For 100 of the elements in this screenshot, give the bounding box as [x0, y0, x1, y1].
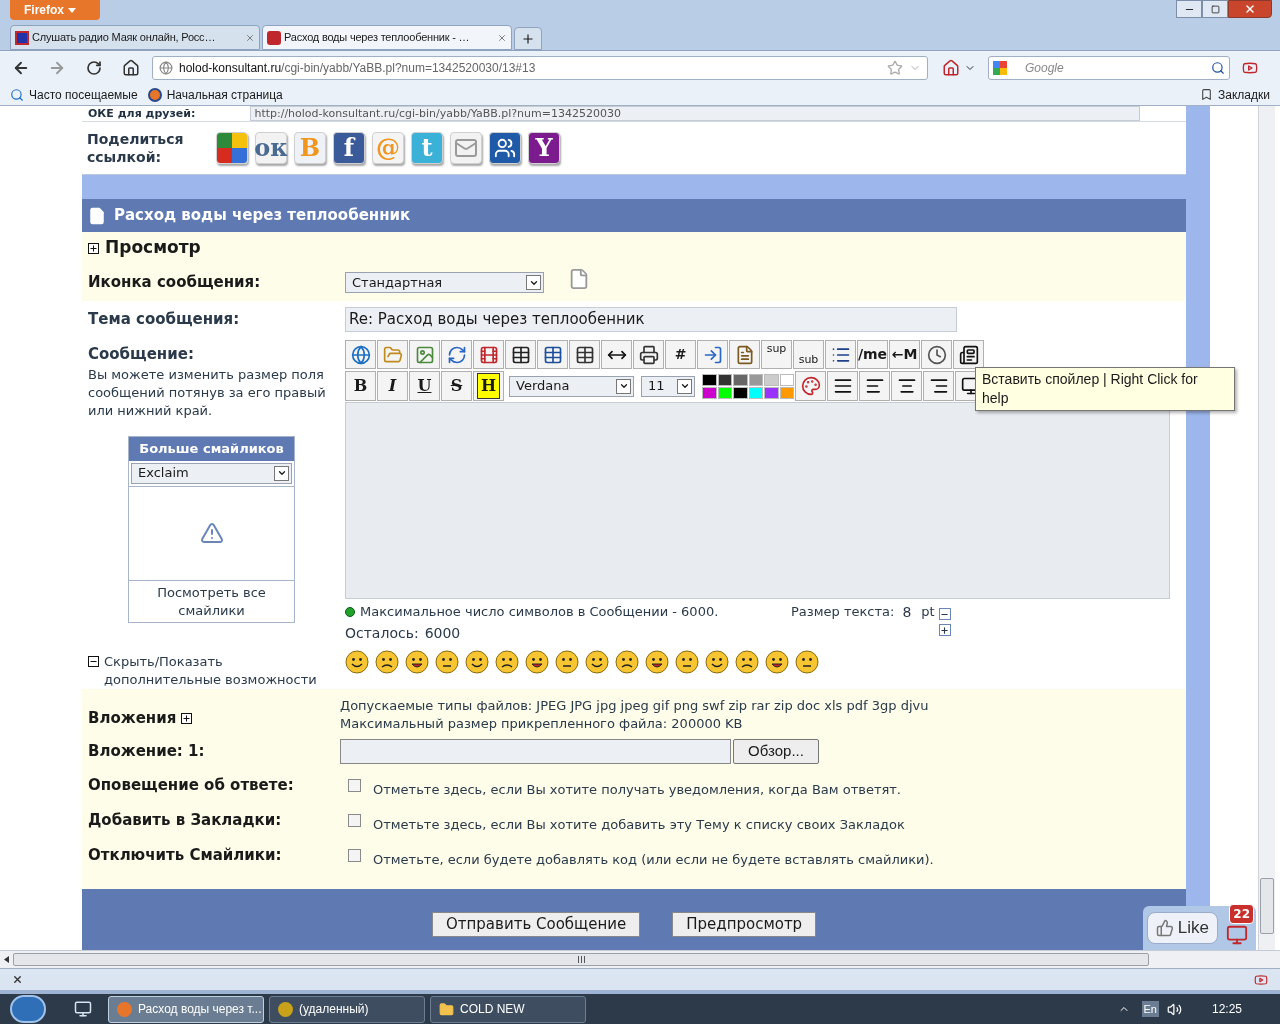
toolbar-button[interactable]: [827, 371, 858, 401]
smiley-icon[interactable]: [615, 650, 639, 674]
smiley-icon[interactable]: [495, 650, 519, 674]
smiley-icon[interactable]: [705, 650, 729, 674]
home-icon[interactable]: [122, 58, 140, 77]
taskbar-button[interactable]: COLD NEW: [430, 995, 586, 1023]
decrease-button[interactable]: [938, 608, 951, 620]
view-all-link[interactable]: Посмотреть все смайлики: [129, 583, 294, 620]
section-title[interactable]: Просмотр: [105, 235, 201, 261]
color-swatch[interactable]: [717, 386, 732, 399]
toolbar-button[interactable]: sup: [761, 340, 792, 369]
format-button[interactable]: B: [345, 371, 376, 401]
toolbar-button[interactable]: [953, 340, 984, 369]
color-swatch[interactable]: [764, 386, 779, 399]
subject-field[interactable]: Re: Расход воды через теплообенник: [345, 306, 957, 332]
desktop-icon[interactable]: [74, 1000, 92, 1018]
bookmarks-menu[interactable]: Закладки: [1218, 85, 1270, 104]
volume-icon[interactable]: [1166, 1001, 1182, 1017]
horizontal-scrollbar[interactable]: [13, 953, 1149, 966]
toolbar-button[interactable]: sub: [793, 340, 824, 369]
bookmark-link[interactable]: Начальная страница: [166, 85, 283, 104]
collapse-icon[interactable]: [88, 656, 99, 667]
toolbar-button[interactable]: #: [665, 340, 696, 369]
smiley-icon[interactable]: [405, 650, 429, 674]
color-swatch[interactable]: [748, 373, 763, 386]
checkbox[interactable]: [348, 779, 361, 792]
search-icon[interactable]: [1211, 60, 1225, 75]
video-icon[interactable]: [1254, 972, 1268, 987]
format-button[interactable]: U: [409, 371, 440, 401]
toolbar-button[interactable]: ←M: [889, 340, 920, 369]
format-button[interactable]: I: [377, 371, 408, 401]
bookmark-link[interactable]: Часто посещаемые: [29, 85, 138, 104]
smiley-icon[interactable]: [525, 650, 549, 674]
smiley-icon[interactable]: [465, 650, 489, 674]
close-icon[interactable]: [12, 974, 23, 985]
toolbar-button[interactable]: [537, 340, 568, 369]
close-tab-icon[interactable]: [497, 32, 507, 43]
expand-icon[interactable]: [88, 242, 99, 254]
toolbar-button[interactable]: [569, 340, 600, 369]
toolbar-button[interactable]: [825, 340, 856, 369]
share-button[interactable]: Y: [528, 132, 560, 164]
checkbox[interactable]: [348, 849, 361, 862]
minimize-button[interactable]: [1176, 0, 1202, 18]
color-swatch[interactable]: [733, 386, 748, 399]
toolbar-button[interactable]: [633, 340, 664, 369]
smiley-icon[interactable]: [585, 650, 609, 674]
icon-select[interactable]: Стандартная: [345, 272, 544, 293]
smiley-icon[interactable]: [555, 650, 579, 674]
browse-button[interactable]: Обзор...: [733, 738, 819, 764]
star-icon[interactable]: [887, 59, 903, 76]
format-button[interactable]: H: [473, 371, 504, 401]
toolbar-button[interactable]: [923, 371, 954, 401]
submit-button[interactable]: Предпросмотр: [672, 912, 817, 937]
toolbar-button[interactable]: /me: [857, 340, 888, 369]
scroll-left-icon[interactable]: [4, 956, 9, 963]
checkbox[interactable]: [348, 814, 361, 827]
taskbar-button[interactable]: Расход воды через т...: [108, 995, 264, 1023]
taskbar-button[interactable]: (удаленный): [269, 995, 425, 1023]
color-swatch[interactable]: [702, 386, 717, 399]
toggle-link[interactable]: Скрыть/Показать дополнительные возможности: [104, 653, 337, 689]
vertical-scrollbar[interactable]: [1258, 106, 1275, 950]
smiley-icon[interactable]: [735, 650, 759, 674]
color-swatch[interactable]: [764, 373, 779, 386]
color-swatch[interactable]: [733, 373, 748, 386]
like-button[interactable]: Like: [1146, 912, 1218, 944]
smiley-icon[interactable]: [645, 650, 669, 674]
font-select[interactable]: Verdana: [509, 375, 634, 397]
browser-tab[interactable]: Слушать радио Маяк онлайн, Росс…: [10, 25, 260, 50]
search-field[interactable]: Google: [988, 55, 1230, 80]
url-field[interactable]: holod-konsultant.ru/cgi-bin/yabb/YaBB.pl?num=1342520030/13#13: [152, 55, 928, 80]
toolbar-button[interactable]: [891, 371, 922, 401]
submit-button[interactable]: Отправить Сообщение: [432, 912, 641, 937]
file-field[interactable]: [340, 738, 731, 764]
smiley-icon[interactable]: [345, 650, 369, 674]
color-swatch[interactable]: [702, 373, 717, 386]
share-button[interactable]: [489, 132, 521, 164]
toolbar-button[interactable]: [601, 340, 632, 369]
close-button[interactable]: [1228, 0, 1272, 18]
smiley-select[interactable]: Exclaim: [131, 462, 292, 484]
smiley-icon[interactable]: [675, 650, 699, 674]
share-button[interactable]: f: [333, 132, 365, 164]
start-button[interactable]: [10, 995, 46, 1023]
format-button[interactable]: S: [441, 371, 472, 401]
toolbar-button[interactable]: [505, 340, 536, 369]
close-tab-icon[interactable]: [245, 32, 255, 43]
size-select[interactable]: 11: [641, 375, 695, 397]
color-swatch[interactable]: [717, 373, 732, 386]
expand-icon[interactable]: [181, 712, 193, 724]
maximize-button[interactable]: [1202, 0, 1228, 18]
home-icon[interactable]: [942, 58, 960, 77]
smiley-icon[interactable]: [795, 650, 819, 674]
smiley-icon[interactable]: [435, 650, 459, 674]
increase-button[interactable]: [938, 624, 951, 636]
share-button[interactable]: ок: [255, 132, 287, 164]
new-tab-button[interactable]: [514, 27, 542, 50]
language-indicator[interactable]: En: [1141, 1000, 1159, 1018]
clock[interactable]: 12:25: [1211, 1000, 1242, 1018]
reload-icon[interactable]: [86, 59, 102, 76]
toolbar-button[interactable]: [859, 371, 890, 401]
color-swatch[interactable]: [779, 373, 794, 386]
